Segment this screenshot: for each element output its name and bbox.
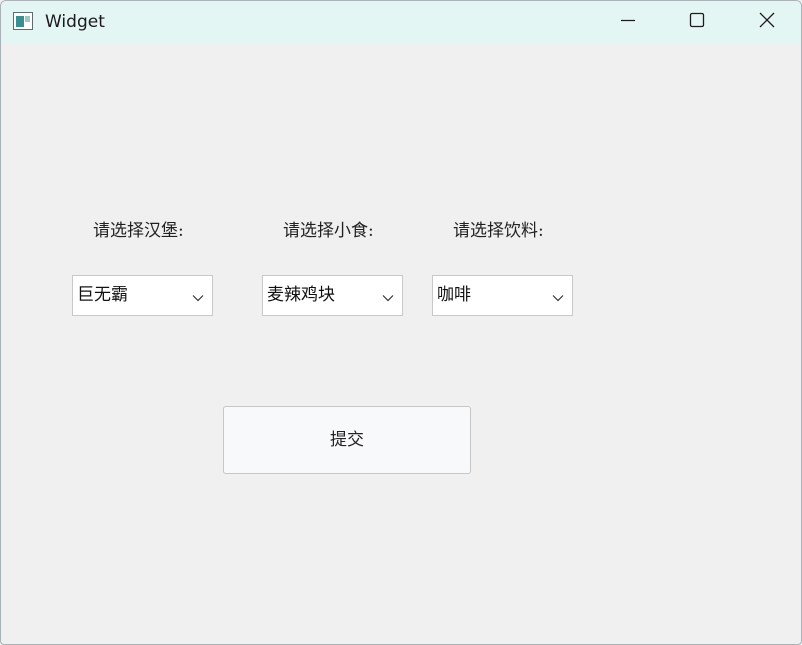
close-button[interactable] <box>732 1 801 43</box>
app-window: Widget 请选择汉堡: 请选择小食: 请选择饮料: 巨无霸 麦辣鸡块 咖啡 … <box>0 0 802 645</box>
maximize-icon <box>689 12 705 33</box>
snack-select-value: 麦辣鸡块 <box>267 285 335 305</box>
chevron-down-icon <box>552 290 564 302</box>
chevron-down-icon <box>192 290 204 302</box>
burger-select[interactable]: 巨无霸 <box>72 275 213 316</box>
snack-label: 请选择小食: <box>283 221 374 241</box>
window-title: Widget <box>45 12 105 32</box>
submit-button[interactable]: 提交 <box>223 406 471 474</box>
chevron-down-icon <box>382 290 394 302</box>
title-bar[interactable]: Widget <box>1 1 801 43</box>
close-icon <box>758 11 776 34</box>
burger-label: 请选择汉堡: <box>93 221 184 241</box>
drink-select-value: 咖啡 <box>437 285 471 305</box>
snack-select[interactable]: 麦辣鸡块 <box>262 275 403 316</box>
burger-select-value: 巨无霸 <box>77 285 128 305</box>
minimize-icon <box>620 12 636 33</box>
drink-select[interactable]: 咖啡 <box>432 275 573 316</box>
submit-button-label: 提交 <box>330 430 364 450</box>
maximize-button[interactable] <box>662 1 732 43</box>
minimize-button[interactable] <box>593 1 663 43</box>
app-window-icon <box>13 12 33 30</box>
drink-label: 请选择饮料: <box>453 221 544 241</box>
